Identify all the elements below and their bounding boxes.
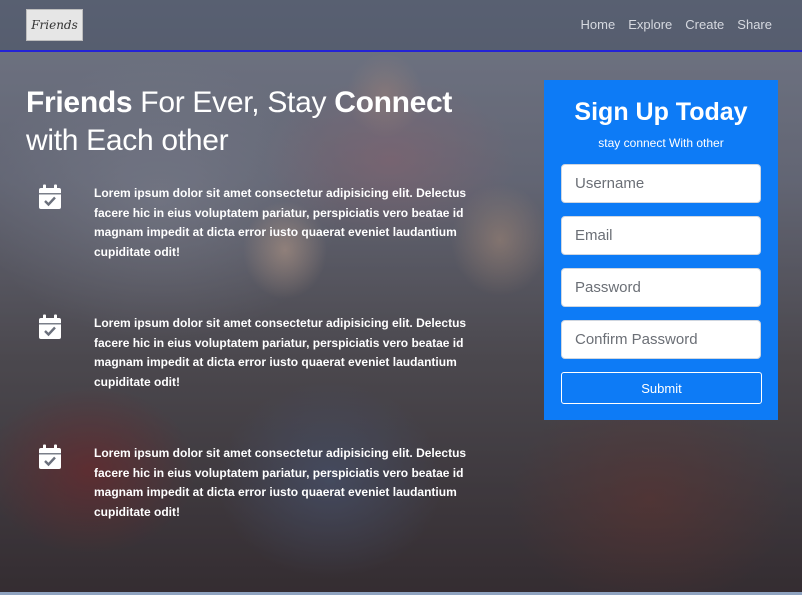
feature-text: Lorem ipsum dolor sit amet consectetur a…	[94, 316, 467, 389]
headline-text-1: For Ever, Stay	[132, 86, 335, 119]
nav-links: Home Explore Create Share	[581, 17, 773, 32]
headline-bold-connect: Connect	[334, 86, 453, 119]
headline-text-2: with Each other	[26, 124, 229, 157]
password-input[interactable]	[561, 268, 761, 307]
feature-item: Lorem ipsum dolor sit amet consectetur a…	[38, 184, 468, 262]
feature-item: Lorem ipsum dolor sit amet consectetur a…	[38, 314, 468, 392]
nav-link-explore[interactable]: Explore	[628, 17, 672, 32]
calendar-check-icon	[39, 184, 61, 209]
calendar-check-icon	[39, 314, 61, 339]
calendar-check-icon	[39, 444, 61, 469]
nav-link-share[interactable]: Share	[737, 17, 772, 32]
signup-form: Sign Up Today stay connect With other Su…	[544, 80, 778, 420]
confirm-password-input[interactable]	[561, 320, 761, 359]
username-input[interactable]	[561, 164, 761, 203]
nav-link-home[interactable]: Home	[581, 17, 616, 32]
signup-subtitle: stay connect With other	[598, 136, 724, 150]
feature-text: Lorem ipsum dolor sit amet consectetur a…	[94, 186, 467, 259]
signup-title: Sign Up Today	[574, 98, 748, 126]
feature-item: Lorem ipsum dolor sit amet consectetur a…	[38, 444, 468, 522]
navbar: Friends Home Explore Create Share	[0, 0, 802, 52]
submit-button[interactable]: Submit	[561, 372, 762, 404]
feature-text: Lorem ipsum dolor sit amet consectetur a…	[94, 446, 467, 519]
brand-logo[interactable]: Friends	[26, 9, 83, 41]
email-input[interactable]	[561, 216, 761, 255]
nav-link-create[interactable]: Create	[685, 17, 724, 32]
hero-headline: Friends For Ever, Stay Connect with Each …	[26, 84, 506, 160]
headline-bold-friends: Friends	[26, 86, 133, 119]
